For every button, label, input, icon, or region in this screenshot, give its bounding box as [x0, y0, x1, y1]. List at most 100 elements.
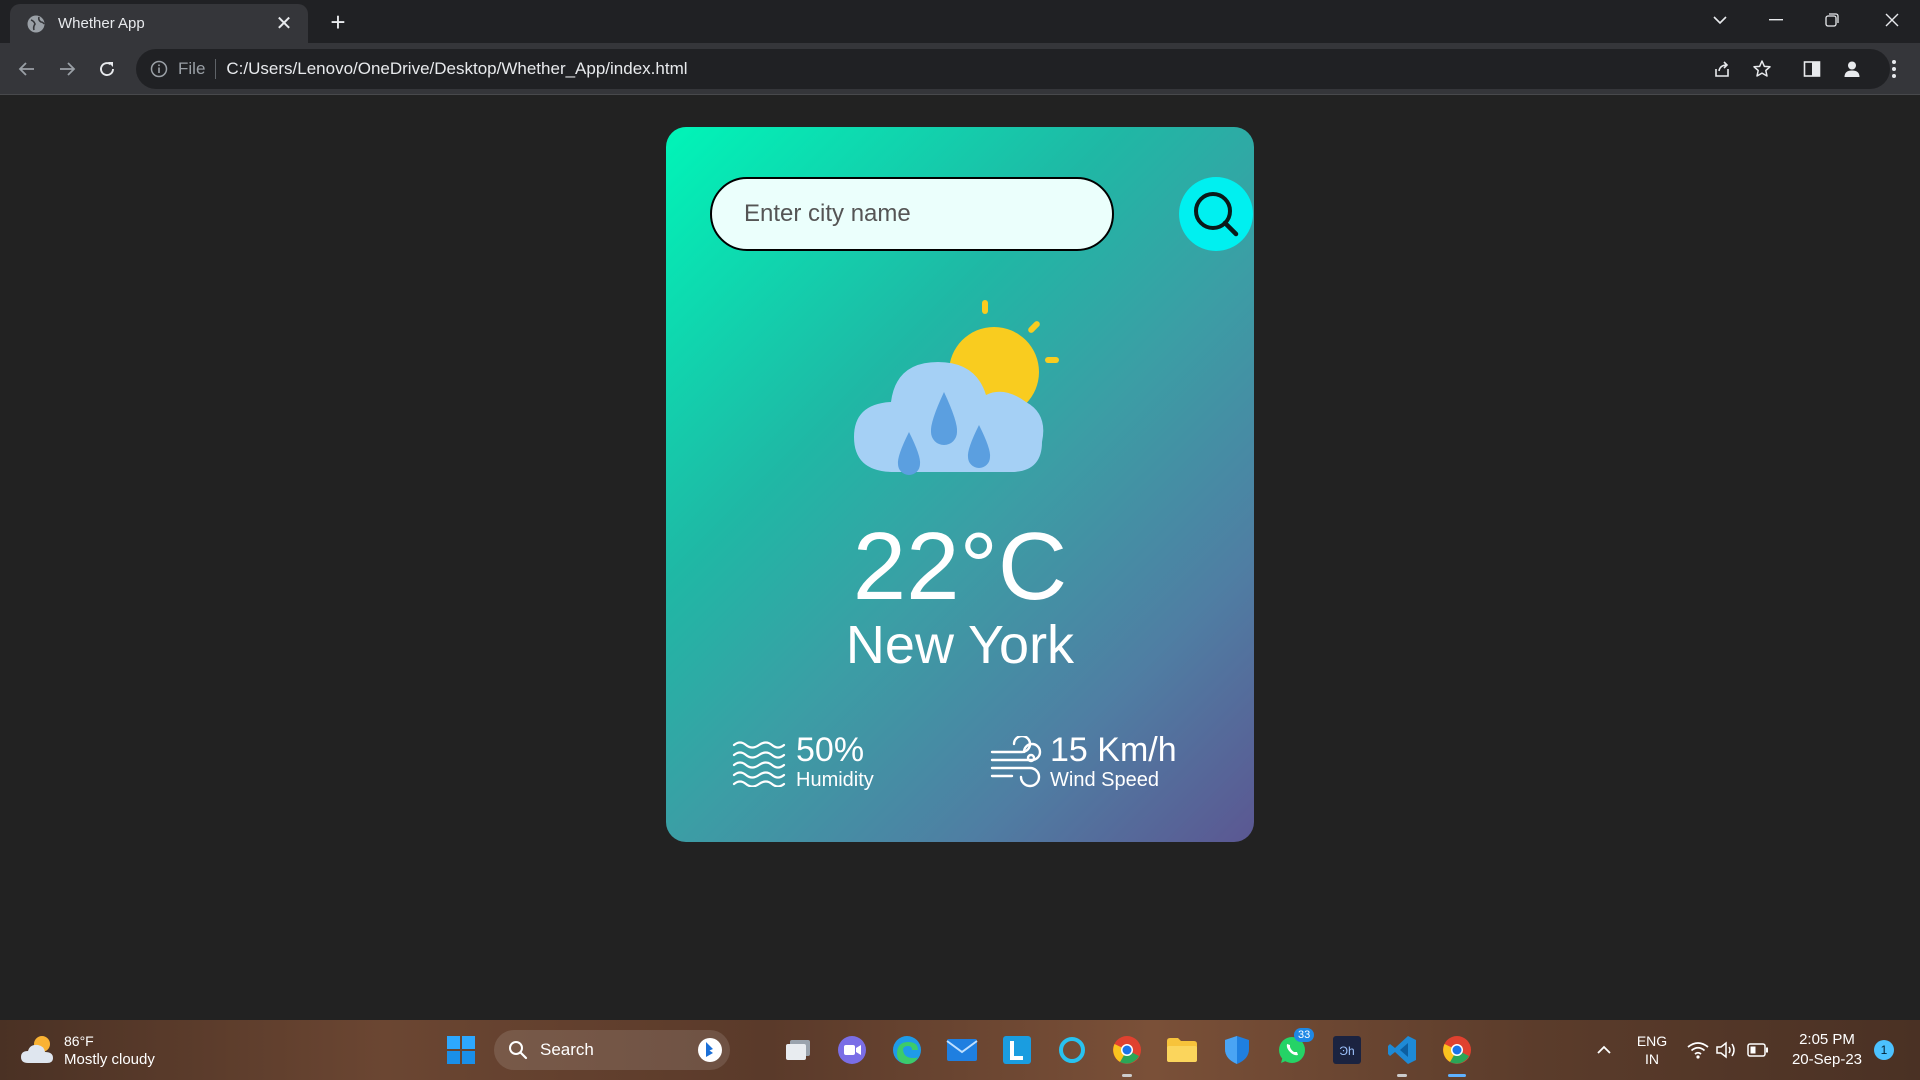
lenovo-l-icon — [1003, 1036, 1031, 1064]
active-indicator — [1448, 1074, 1466, 1077]
tab-search-chevron-icon[interactable] — [1692, 0, 1748, 40]
taskbar-search-label: Search — [540, 1040, 594, 1059]
start-button[interactable] — [443, 1032, 479, 1068]
chrome-icon — [1113, 1036, 1141, 1064]
forward-button[interactable] — [49, 51, 85, 87]
taskbar-search-box[interactable]: Search — [494, 1030, 730, 1070]
task-view-app[interactable] — [780, 1032, 816, 1068]
taskbar-weather-temp: 86°F — [64, 1032, 94, 1049]
reload-icon — [100, 62, 114, 76]
url-divider — [215, 59, 217, 79]
new-tab-button[interactable]: + — [322, 6, 354, 38]
humidity-block: 50% Humidity — [732, 727, 874, 797]
bookmark-star-icon[interactable] — [1748, 55, 1776, 83]
teams-app[interactable] — [834, 1032, 870, 1068]
weather-details: 50% Humidity 15 Km/h Wind Speed — [732, 727, 1192, 797]
humidity-label: Humidity — [796, 769, 874, 791]
url-scheme: File — [178, 59, 206, 78]
globe-icon — [27, 15, 45, 32]
vscode-icon — [1388, 1036, 1416, 1064]
taskbar-weather-widget[interactable]: 86°F Mostly cloudy — [20, 1029, 155, 1071]
humidity-value: 50% — [796, 731, 865, 769]
running-indicator — [1397, 1074, 1407, 1077]
taskbar-weather-text: 86°F Mostly cloudy — [64, 1032, 155, 1069]
wind-block: 15 Km/h Wind Speed — [990, 727, 1177, 797]
running-indicator — [1122, 1074, 1132, 1077]
tab-close-icon[interactable]: ✕ — [272, 11, 296, 36]
city-search-input[interactable] — [710, 177, 1114, 251]
shield-icon — [1225, 1036, 1249, 1064]
language-code: ENG — [1636, 1033, 1668, 1049]
restore-button[interactable] — [1804, 0, 1860, 40]
show-hidden-icons-button[interactable] — [1586, 1032, 1622, 1068]
chrome-icon — [1443, 1036, 1471, 1064]
clock-date: 20-Sep-23 — [1791, 1051, 1863, 1068]
clock-time: 2:05 PM — [1799, 1031, 1855, 1048]
windows-logo-icon — [447, 1036, 475, 1064]
svg-text:Ͽh: Ͽh — [1339, 1044, 1354, 1058]
lenovo-app[interactable] — [999, 1032, 1035, 1068]
mail-icon — [946, 1039, 978, 1061]
video-chat-icon — [838, 1036, 866, 1064]
windows-taskbar: 86°F Mostly cloudy Search 33 Ͽh ENG IN 2… — [0, 1020, 1920, 1080]
notification-badge: 1 — [1874, 1040, 1894, 1060]
language-indicator[interactable]: ENG IN — [1632, 1032, 1672, 1068]
folder-icon — [1167, 1038, 1197, 1062]
whatsapp-badge: 33 — [1294, 1028, 1315, 1042]
battery-status[interactable] — [1740, 1032, 1776, 1068]
reload-button[interactable] — [89, 51, 125, 87]
humidity-text: 50% Humidity — [796, 732, 874, 792]
region-code: IN — [1645, 1051, 1659, 1067]
info-icon[interactable] — [150, 60, 168, 78]
city-name: New York — [845, 615, 1075, 675]
menu-dots-icon[interactable] — [1880, 55, 1908, 83]
clock[interactable]: 2:05 PM 20-Sep-23 — [1782, 1030, 1872, 1070]
taskbar-weather-desc: Mostly cloudy — [64, 1050, 155, 1068]
wind-icon — [990, 736, 1042, 788]
search-row — [710, 177, 1253, 251]
edge-icon — [893, 1036, 921, 1064]
mail-app[interactable] — [944, 1032, 980, 1068]
browser-tab[interactable]: Whether App ✕ — [10, 4, 308, 43]
chrome-app[interactable] — [1109, 1032, 1145, 1077]
profile-icon[interactable] — [1838, 55, 1866, 83]
security-app[interactable] — [1219, 1032, 1255, 1068]
file-explorer-app[interactable] — [1164, 1032, 1200, 1068]
wind-value: 15 Km/h — [1050, 731, 1177, 769]
dh-app-icon: Ͽh — [1333, 1036, 1361, 1064]
minimize-button[interactable] — [1748, 0, 1804, 40]
wind-label: Wind Speed — [1050, 769, 1159, 791]
back-button[interactable] — [9, 51, 45, 87]
close-window-button[interactable] — [1864, 0, 1920, 40]
url-text[interactable]: C:/Users/Lenovo/OneDrive/Desktop/Whether… — [226, 59, 687, 79]
search-button[interactable] — [1179, 177, 1253, 251]
share-icon[interactable] — [1708, 55, 1736, 83]
temperature: 22°C — [852, 513, 1068, 620]
humidity-waves-icon — [732, 741, 786, 787]
chevron-up-icon — [1597, 1045, 1611, 1054]
cloudy-weather-icon — [21, 1036, 53, 1063]
wifi-icon — [1687, 1042, 1709, 1059]
search-icon — [509, 1041, 528, 1060]
notification-center[interactable]: 1 — [1866, 1032, 1902, 1068]
volume-control[interactable] — [1708, 1032, 1744, 1068]
speaker-icon — [1716, 1041, 1735, 1059]
arrow-left-icon — [18, 62, 34, 76]
wind-text: 15 Km/h Wind Speed — [1050, 732, 1177, 792]
edge-app[interactable] — [889, 1032, 925, 1068]
bing-icon[interactable] — [696, 1036, 724, 1064]
chrome-active-app[interactable] — [1439, 1032, 1475, 1077]
side-panel-icon[interactable] — [1798, 55, 1826, 83]
tab-title: Whether App — [58, 15, 145, 32]
address-bar[interactable]: File C:/Users/Lenovo/OneDrive/Desktop/Wh… — [136, 49, 1890, 89]
cortana-app[interactable] — [1054, 1032, 1090, 1068]
dev-app[interactable]: Ͽh — [1329, 1032, 1365, 1068]
browser-toolbar: File C:/Users/Lenovo/OneDrive/Desktop/Wh… — [0, 43, 1920, 95]
task-view-icon — [786, 1040, 810, 1060]
search-icon — [1194, 192, 1239, 237]
whatsapp-app[interactable]: 33 — [1274, 1028, 1315, 1068]
browser-tab-strip: Whether App ✕ + — [0, 0, 1920, 43]
vscode-app[interactable] — [1384, 1032, 1420, 1077]
arrow-right-icon — [60, 62, 76, 76]
cortana-ring-icon — [1059, 1037, 1085, 1063]
